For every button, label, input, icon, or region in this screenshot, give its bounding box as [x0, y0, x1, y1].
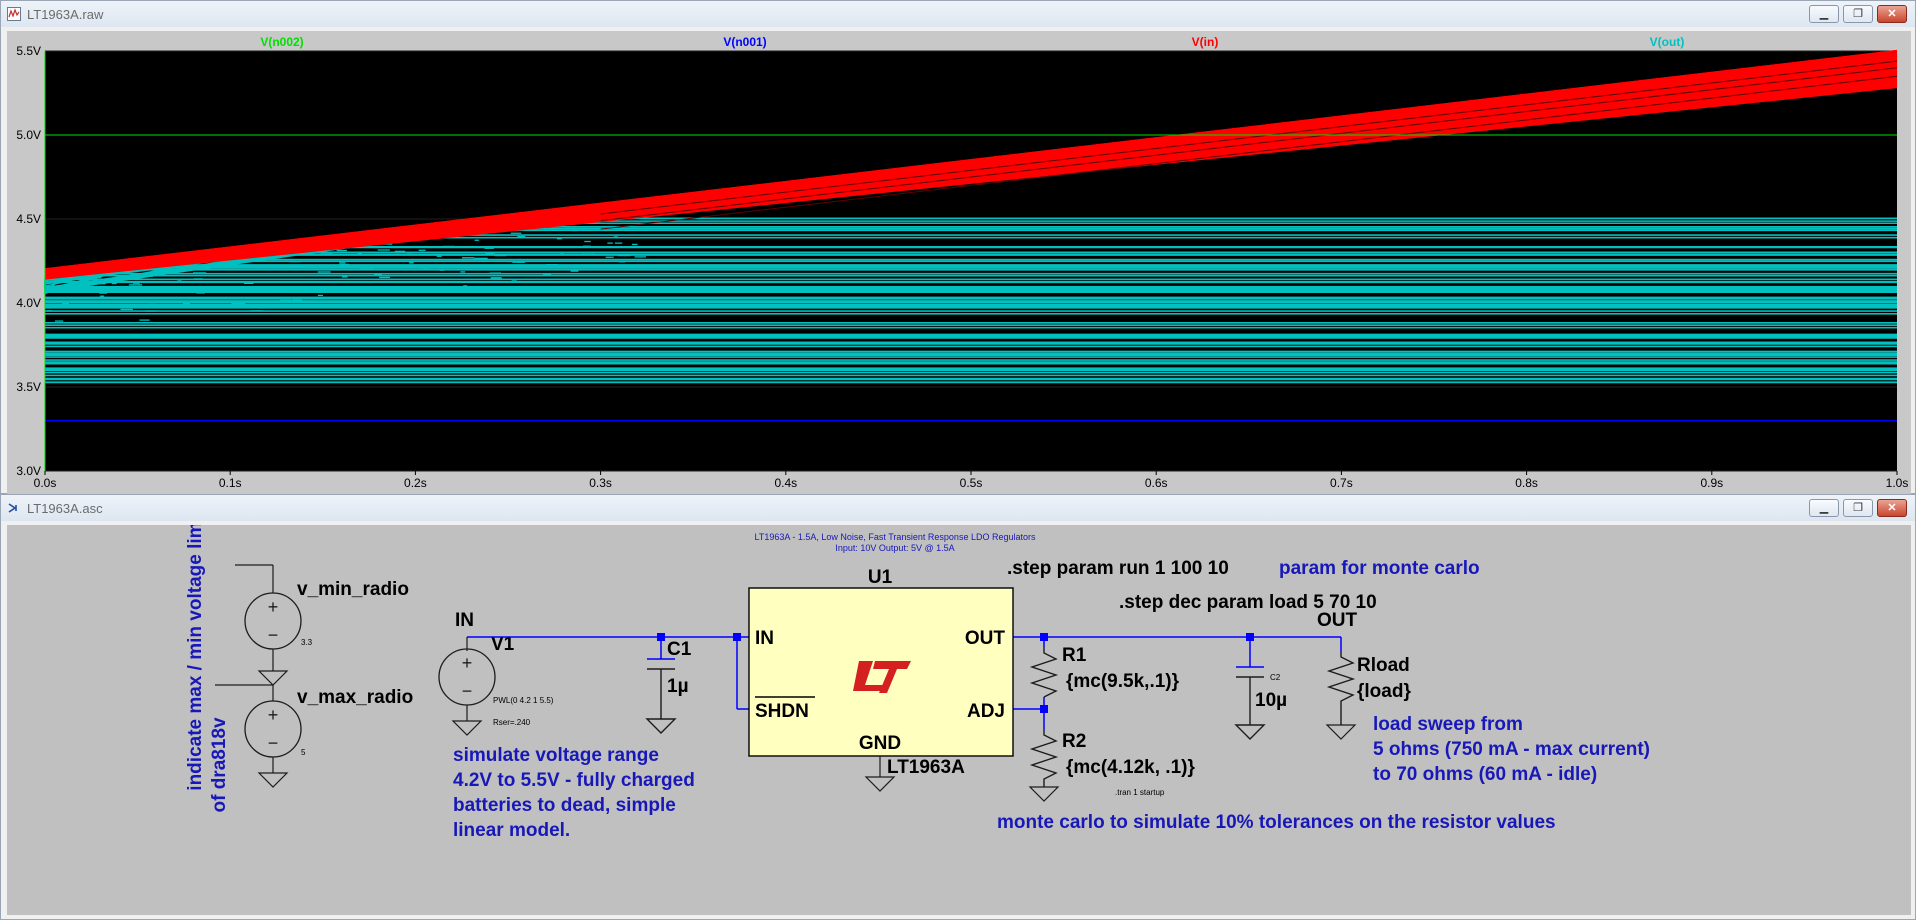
sim-note-line1: simulate voltage range [453, 745, 659, 766]
restore-button[interactable]: ❐ [1843, 5, 1873, 23]
y-tick-label: 4.0V [16, 296, 41, 310]
pin-in-label: IN [755, 628, 774, 649]
r1-label: R1 [1062, 645, 1087, 666]
waveform-chart[interactable]: 5.5V5.0V4.5V4.0V3.5V3.0V 0.0s 0.1s 0.2s 0.3… [7, 31, 1911, 495]
schematic-header-spec: Input: 10V Output: 5V @ 1.5A [835, 543, 954, 553]
trace-legend-label: V(n002) [260, 35, 303, 49]
x-tick-label: 0.1s [219, 476, 242, 490]
y-tick-label: 4.5V [16, 212, 41, 226]
pin-shdn-label: SHDN [755, 701, 809, 722]
v1-pwl: PWL(0 4.2 1 5.5) [493, 696, 554, 705]
waveform-window: LT1963A.raw ▁ ❐ ✕ 5.5V 5.0V 4.5V 4.0V 3.5V 3.… [0, 0, 1916, 495]
pin-adj-label: ADJ [967, 701, 1005, 722]
v-min-radio-label: v_min_radio [297, 579, 409, 600]
trace-legend-label: V(in) [1192, 35, 1219, 49]
svg-text:−: − [268, 625, 279, 645]
waveform-icon [7, 7, 21, 21]
v-max-radio-value: 5 [301, 748, 306, 757]
schematic-canvas[interactable]: LT1963A - 1.5A, Low Noise, Fast Transien… [7, 525, 1911, 915]
x-tick-label: 0.3s [589, 476, 612, 490]
waveform-window-title: LT1963A.raw [27, 7, 104, 22]
svg-text:+: + [462, 653, 473, 673]
c2-value: 10µ [1255, 690, 1287, 711]
load-note-line3: to 70 ohms (60 mA - idle) [1373, 764, 1597, 785]
r2-ground-icon [1028, 786, 1060, 802]
x-tick-label: 0.7s [1330, 476, 1353, 490]
y-tick-label: 5.0V [16, 128, 41, 142]
r1-resistor[interactable] [1029, 647, 1059, 698]
pin-out-label: OUT [965, 628, 1006, 649]
sim-note-line3: batteries to dead, simple [453, 795, 676, 816]
monte-carlo-note: monte carlo to simulate 10% tolerances o… [997, 812, 1556, 833]
vertical-note-line1: indicate max / min voltage limits [185, 525, 206, 791]
tran-directive[interactable]: .tran 1 startup [1115, 788, 1165, 797]
c2-label: C2 [1270, 673, 1281, 682]
svg-text:−: − [462, 681, 473, 701]
u1-label: U1 [868, 567, 893, 588]
step-run-directive[interactable]: .step param run 1 100 10 [1007, 558, 1229, 579]
part-name-label: LT1963A [887, 757, 965, 778]
step-run-comment: param for monte carlo [1279, 558, 1480, 579]
r2-resistor[interactable] [1029, 729, 1059, 787]
schematic-header-title: LT1963A - 1.5A, Low Noise, Fast Transien… [755, 532, 1036, 542]
x-tick-label: 0.2s [404, 476, 427, 490]
v-min-radio-value: 3.3 [301, 638, 313, 647]
waveform-titlebar[interactable]: LT1963A.raw ▁ ❐ ✕ [1, 1, 1915, 27]
svg-text:+: + [268, 597, 279, 617]
svg-text:−: − [268, 733, 279, 753]
load-note-line2: 5 ohms (750 mA - max current) [1373, 739, 1650, 760]
trace-legend-label: V(out) [1650, 35, 1685, 49]
out-net-label: OUT [1317, 610, 1358, 631]
svg-text:+: + [268, 705, 279, 725]
r1-value: {mc(9.5k,.1)} [1066, 671, 1180, 692]
c1-label: C1 [667, 639, 692, 660]
x-tick-label: 0.8s [1515, 476, 1538, 490]
x-tick-label: 0.9s [1700, 476, 1723, 490]
y-tick-label: 5.5V [16, 44, 41, 58]
restore-button[interactable]: ❐ [1843, 499, 1873, 517]
vertical-note-line2: of dra818v [209, 717, 230, 812]
v1-rser: Rser=.240 [493, 718, 531, 727]
v-min-radio-source[interactable]: + − [235, 564, 302, 686]
x-tick-label: 0.0s [34, 476, 57, 490]
pin-gnd-label: GND [859, 733, 901, 754]
trace-legend-label: V(n001) [723, 35, 766, 49]
x-tick-label: 0.6s [1145, 476, 1168, 490]
r2-value: {mc(4.12k, .1)} [1066, 757, 1195, 778]
x-tick-label: 0.5s [960, 476, 983, 490]
schematic-window: LT1963A.asc ▁ ❐ ✕ LT1963A - 1.5A, Low No… [0, 494, 1916, 920]
close-button[interactable]: ✕ [1877, 5, 1907, 23]
minimize-button[interactable]: ▁ [1809, 5, 1839, 23]
rload-label: Rload [1357, 655, 1410, 676]
sim-note-line4: linear model. [453, 820, 570, 841]
rload-ground-icon [1325, 724, 1357, 740]
x-tick-label: 0.4s [774, 476, 797, 490]
schematic-window-title: LT1963A.asc [27, 501, 103, 516]
in-net-label: IN [455, 610, 474, 631]
y-tick-label: 3.5V [16, 380, 41, 394]
c1-value: 1µ [667, 676, 689, 697]
v-max-radio-label: v_max_radio [297, 687, 413, 708]
minimize-button[interactable]: ▁ [1809, 499, 1839, 517]
lt1963a-ic[interactable] [748, 587, 1014, 757]
sim-note-line2: 4.2V to 5.5V - fully charged [453, 770, 695, 791]
plot-pane[interactable]: 5.5V 5.0V 4.5V 4.0V 3.5V 3.0V 0.0s 0.1s 0.2s 0.3… [7, 31, 1911, 495]
load-note-line1: load sweep from [1373, 714, 1523, 735]
schematic-titlebar[interactable]: LT1963A.asc ▁ ❐ ✕ [1, 495, 1915, 521]
schematic-icon [8, 503, 17, 513]
r2-label: R2 [1062, 731, 1086, 752]
schematic-drawing[interactable]: LT1963A - 1.5A, Low Noise, Fast Transien… [7, 525, 1911, 915]
x-tick-label: 1.0s [1886, 476, 1909, 490]
u1-ground-icon [864, 776, 896, 792]
close-button[interactable]: ✕ [1877, 499, 1907, 517]
v1-source[interactable]: + − [438, 637, 496, 736]
rload-resistor[interactable] [1326, 651, 1356, 725]
rload-value: {load} [1357, 681, 1411, 702]
